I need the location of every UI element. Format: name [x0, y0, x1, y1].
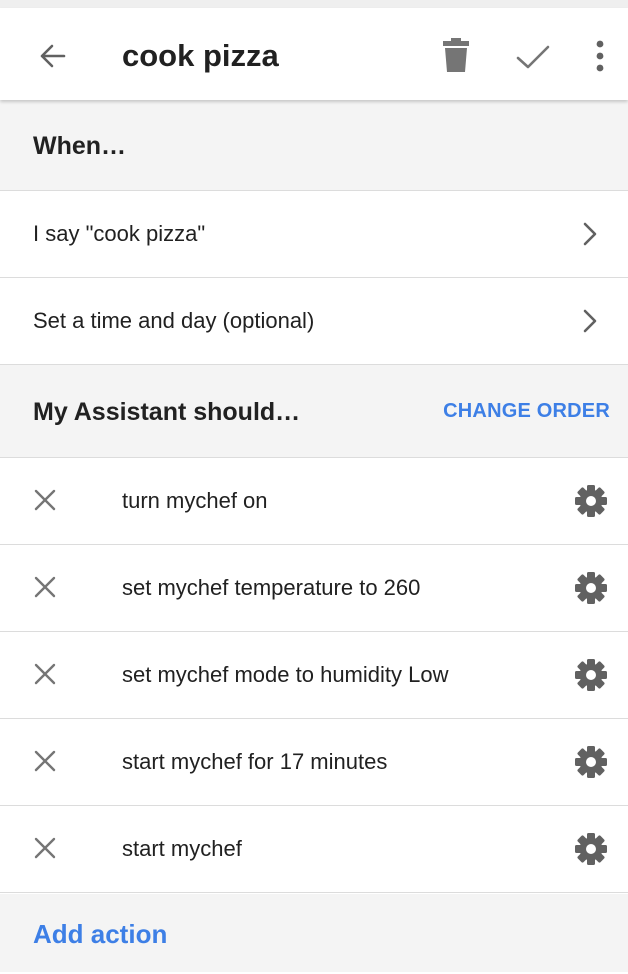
action-label: start mychef for 17 minutes — [122, 749, 388, 774]
action-row[interactable]: start mychef for 17 minutes — [0, 719, 628, 806]
when-section-header: When… — [0, 100, 628, 191]
close-icon[interactable] — [33, 749, 57, 773]
action-label: start mychef — [122, 836, 242, 861]
trigger-phrase-label: I say "cook pizza" — [33, 221, 206, 246]
status-strip — [0, 0, 628, 8]
gear-icon[interactable] — [574, 745, 608, 779]
gear-icon[interactable] — [574, 484, 608, 518]
chevron-right-icon — [583, 309, 597, 333]
schedule-label: Set a time and day (optional) — [33, 308, 315, 333]
arrow-back-icon[interactable] — [36, 40, 68, 72]
trash-icon[interactable] — [443, 38, 469, 72]
close-icon[interactable] — [33, 662, 57, 686]
check-icon[interactable] — [516, 44, 550, 70]
gear-icon[interactable] — [574, 658, 608, 692]
when-heading: When… — [33, 132, 127, 160]
action-row[interactable]: turn mychef on — [0, 458, 628, 545]
schedule-row[interactable]: Set a time and day (optional) — [0, 278, 628, 365]
action-row[interactable]: set mychef mode to humidity Low — [0, 632, 628, 719]
actions-heading: My Assistant should… — [33, 398, 301, 426]
action-label: set mychef mode to humidity Low — [122, 662, 449, 687]
gear-icon[interactable] — [574, 832, 608, 866]
footer-bar: Add action — [0, 894, 628, 972]
app-bar: cook pizza — [0, 8, 628, 100]
close-icon[interactable] — [33, 575, 57, 599]
gear-icon[interactable] — [574, 571, 608, 605]
page-title: cook pizza — [122, 38, 279, 73]
close-icon[interactable] — [33, 488, 57, 512]
more-vert-icon[interactable] — [594, 40, 606, 72]
chevron-right-icon — [583, 222, 597, 246]
change-order-button[interactable]: CHANGE ORDER — [443, 365, 610, 457]
action-label: set mychef temperature to 260 — [122, 575, 421, 600]
actions-section-header: My Assistant should… CHANGE ORDER — [0, 365, 628, 458]
add-action-button[interactable]: Add action — [33, 894, 167, 974]
action-label: turn mychef on — [122, 488, 268, 513]
trigger-phrase-row[interactable]: I say "cook pizza" — [0, 191, 628, 278]
close-icon[interactable] — [33, 836, 57, 860]
action-row[interactable]: set mychef temperature to 260 — [0, 545, 628, 632]
action-row[interactable]: start mychef — [0, 806, 628, 893]
